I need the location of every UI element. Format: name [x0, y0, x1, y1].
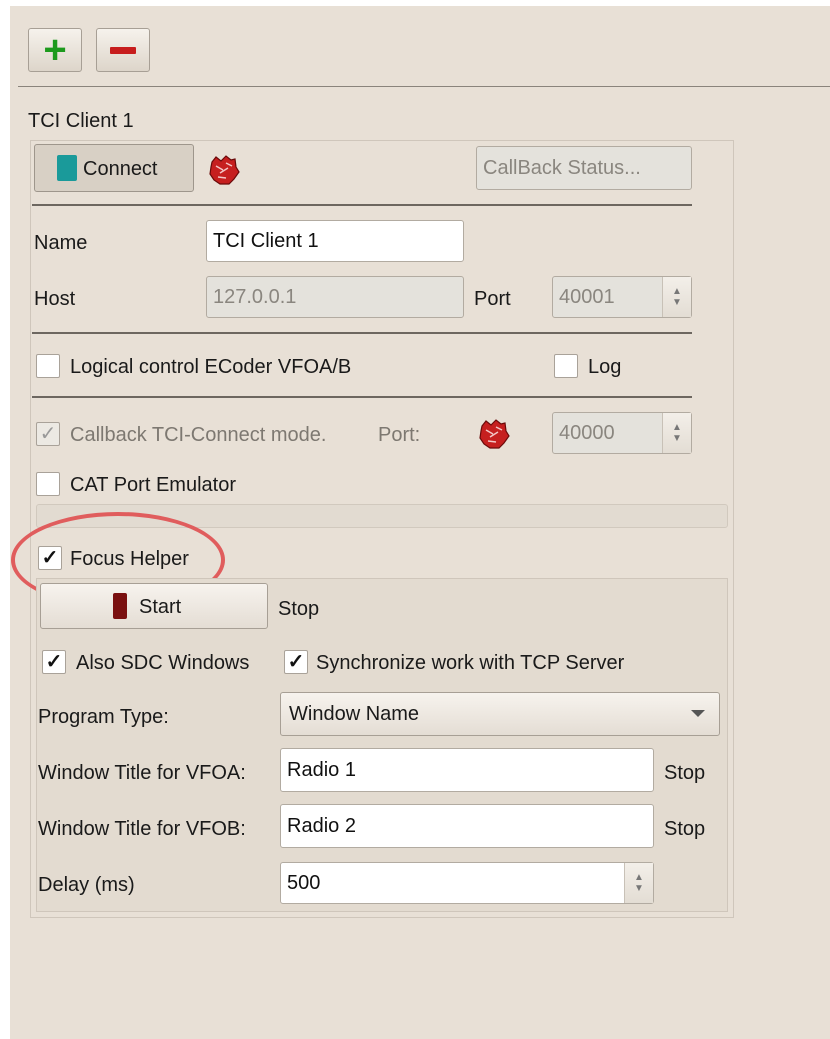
name-value: TCI Client 1 — [213, 229, 319, 252]
connect-status-led — [57, 155, 77, 181]
vfob-label: Window Title for VFOB: — [38, 818, 246, 840]
focus-helper-status: Stop — [278, 598, 320, 620]
delay-spinbox[interactable]: 500 ▲ ▼ — [280, 862, 654, 904]
vfoa-label: Window Title for VFOA: — [38, 762, 246, 784]
cat-emulator-label: CAT Port Emulator — [70, 474, 236, 496]
callback-label: Callback TCI-Connect mode. — [70, 424, 327, 446]
vfoa-title-input[interactable]: Radio 1 — [280, 748, 654, 792]
settings-panel: + TCI Client 1 Connect CallBack Status..… — [10, 6, 830, 1039]
callback-port-value: 40000 — [559, 421, 615, 444]
divider-2 — [32, 332, 692, 334]
minus-icon — [110, 46, 136, 54]
delay-label: Delay (ms) — [38, 874, 135, 896]
start-status-led — [113, 593, 127, 619]
callback-port-spin-arrows[interactable]: ▲ ▼ — [662, 413, 691, 453]
focus-helper-label: Focus Helper — [70, 548, 189, 570]
vfob-title-input[interactable]: Radio 2 — [280, 804, 654, 848]
divider-1 — [32, 204, 692, 206]
port-value: 40001 — [559, 285, 615, 308]
delay-spin-arrows[interactable]: ▲ ▼ — [624, 863, 653, 903]
port-spinbox[interactable]: 40001 ▲ ▼ — [552, 276, 692, 318]
program-type-select[interactable]: Window Name — [280, 692, 720, 736]
cat-emulator-checkbox[interactable] — [36, 472, 60, 496]
connect-button[interactable]: Connect — [34, 144, 194, 192]
focus-helper-checkbox[interactable]: ✓ — [38, 546, 62, 570]
add-client-button[interactable]: + — [28, 28, 82, 72]
connect-label: Connect — [83, 158, 158, 180]
vfoa-status: Stop — [664, 762, 706, 784]
port-spin-arrows[interactable]: ▲ ▼ — [662, 277, 691, 317]
name-label: Name — [34, 232, 88, 254]
vfoa-title-value: Radio 1 — [287, 758, 356, 781]
sync-tcp-checkbox[interactable]: ✓ — [284, 650, 308, 674]
host-label: Host — [34, 288, 76, 310]
program-type-label: Program Type: — [38, 706, 169, 728]
log-label: Log — [588, 356, 622, 378]
start-button[interactable]: Start — [40, 583, 268, 629]
also-sdc-checkbox[interactable]: ✓ — [42, 650, 66, 674]
delay-value: 500 — [287, 871, 321, 894]
callback-status-placeholder: CallBack Status... — [483, 156, 641, 179]
callback-status-icon — [479, 419, 510, 449]
also-sdc-label: Also SDC Windows — [76, 652, 250, 674]
callback-checkbox[interactable]: ✓ — [36, 422, 60, 446]
vfob-status: Stop — [664, 818, 706, 840]
host-value: 127.0.0.1 — [213, 285, 297, 308]
log-checkbox[interactable] — [554, 354, 578, 378]
plus-icon: + — [43, 28, 67, 72]
divider-3 — [32, 396, 692, 398]
sync-tcp-label: Synchronize work with TCP Server — [316, 652, 625, 674]
program-type-value: Window Name — [289, 702, 420, 725]
callback-port-label: Port: — [378, 424, 421, 446]
connection-status-icon — [209, 155, 240, 185]
toolbar-divider — [18, 86, 830, 87]
name-input[interactable]: TCI Client 1 — [206, 220, 464, 262]
start-label: Start — [139, 596, 182, 618]
remove-client-button[interactable] — [96, 28, 150, 72]
logical-control-label: Logical control ECoder VFOA/B — [70, 356, 352, 378]
host-input[interactable]: 127.0.0.1 — [206, 276, 464, 318]
vfob-title-value: Radio 2 — [287, 814, 356, 837]
chevron-down-icon — [691, 710, 705, 717]
callback-port-spinbox[interactable]: 40000 ▲ ▼ — [552, 412, 692, 454]
callback-status-field: CallBack Status... — [476, 146, 692, 190]
logical-control-checkbox[interactable] — [36, 354, 60, 378]
group-title: TCI Client 1 — [28, 110, 134, 132]
port-label: Port — [474, 288, 511, 310]
